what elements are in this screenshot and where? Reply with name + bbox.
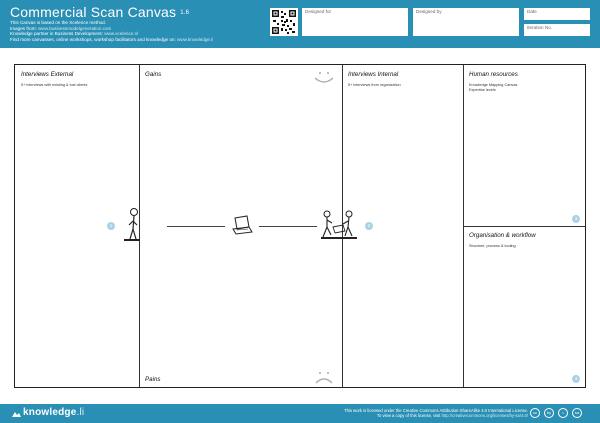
knowledge-logo[interactable]: knowledge.li xyxy=(12,407,84,418)
version-label: 1.6 xyxy=(180,10,190,17)
sad-icon xyxy=(315,372,333,384)
knowledge-link[interactable]: www.knowledge.li xyxy=(177,37,213,42)
footer-band: knowledge.li This work is licensed under… xyxy=(0,404,600,423)
designed-for-field[interactable]: Designed for xyxy=(302,8,408,36)
interviews-internal-title: Interviews Internal xyxy=(348,71,399,78)
info-text: This Canvas is based on the Xcelence met… xyxy=(10,20,213,42)
gains-title: Gains xyxy=(145,71,162,78)
iteration-field[interactable]: Iteration No. xyxy=(524,24,590,36)
interviews-external-sub: 5+ interviews with existing & lost clien… xyxy=(21,83,88,87)
cc-icon: cc xyxy=(530,408,540,418)
block-number-2: 2 xyxy=(365,222,373,230)
human-resources-sub-2: Expertise levels xyxy=(469,88,496,92)
interviews-external-title: Interviews External xyxy=(21,71,74,78)
block-number-4: 4 xyxy=(572,375,580,383)
flow-line-left xyxy=(167,226,225,227)
license-link[interactable]: http://creativecommons.org/licenses/by-s… xyxy=(442,413,528,418)
interviews-internal-sub: 5+ interviews from organization xyxy=(348,83,401,87)
block-number-3: 3 xyxy=(572,215,580,223)
license-text: This work is licensed under the Creative… xyxy=(344,408,528,418)
logo-mark-icon xyxy=(12,409,21,418)
info-line-4: Find more canvasses, online workshops, w… xyxy=(10,36,214,42)
partner-link[interactable]: www.xcelence.nl xyxy=(104,31,138,36)
pains-title: Pains xyxy=(145,376,161,383)
header-band: Commercial Scan Canvas 1.6 This Canvas is… xyxy=(0,0,600,48)
team-icon xyxy=(321,210,357,239)
title-text: Commercial Scan Canvas xyxy=(10,4,177,20)
human-resources-title: Human resources xyxy=(469,71,518,78)
equal-icon: = xyxy=(558,408,568,418)
date-field[interactable]: Date xyxy=(524,8,590,20)
smile-icon xyxy=(314,72,334,83)
canvas-title: Commercial Scan Canvas 1.6 xyxy=(10,4,189,20)
organisation-workflow-title: Organisation & workflow xyxy=(469,232,536,239)
organisation-workflow-sub: Structure, process & tooling xyxy=(469,244,516,248)
designed-by-field[interactable]: Designed by xyxy=(413,8,519,36)
canvas-grid: Interviews External 5+ interviews with e… xyxy=(14,64,586,388)
qr-code-icon xyxy=(270,8,298,36)
person-icon xyxy=(124,208,140,241)
license-line-2: To view a copy of this license, visit ht… xyxy=(376,413,528,419)
laptop-icon xyxy=(232,215,253,235)
images-link[interactable]: www.businessmodelgeneration.com xyxy=(38,26,111,31)
flow-line-right xyxy=(259,226,317,227)
divider-4 xyxy=(463,226,586,227)
attribution-icon: by xyxy=(544,408,554,418)
share-alike-icon: sa xyxy=(572,408,582,418)
block-number-1: 1 xyxy=(107,222,115,230)
